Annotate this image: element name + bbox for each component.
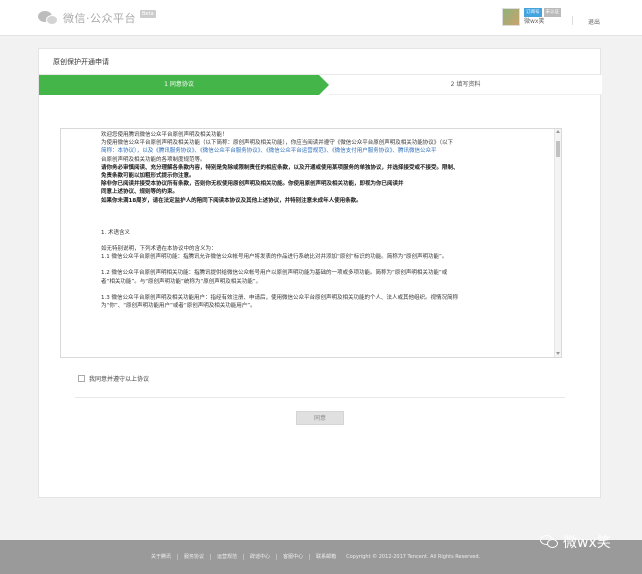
scroll-up-arrow-icon[interactable] xyxy=(556,130,560,133)
footer-link[interactable]: 服务协议 xyxy=(178,554,212,560)
agreement-line: 为使用微信公众平台原创声明及相关功能（以下简称：原创声明及相关功能），你应当阅读… xyxy=(101,140,454,147)
step-indicator: 1 同意协议 2 填写资料 xyxy=(39,75,602,95)
agreement-line: 简称：本协议），以及《腾讯服务协议》、《微信公众平台服务协议》、《微信公众平台运… xyxy=(101,148,437,155)
agreement-line: 1.1 微信公众平台原创声明功能：指腾讯允许微信公众帐号用户将发表的作品进行系统… xyxy=(101,254,448,261)
agreement-line: 欢迎您使用腾讯微信公众平台原创声明及相关功能！ xyxy=(101,132,228,138)
brand-logo[interactable]: 微信·公众平台 Beta xyxy=(38,9,156,27)
watermark: 微wx笑 xyxy=(540,532,611,552)
avatar[interactable] xyxy=(502,8,520,26)
agreement-line: 如无特别说明，下列术语在本协议中的含义为： xyxy=(101,246,217,253)
footer-link[interactable]: 客服中心 xyxy=(277,554,311,560)
top-bar: 微信·公众平台 Beta 订阅号 未认证 微wx笑 退出 xyxy=(0,0,642,36)
scrollbar[interactable] xyxy=(554,129,561,357)
agree-checkbox-label[interactable]: 我同意并遵守以上协议 xyxy=(89,374,149,383)
brand-name: 微信·公众平台 xyxy=(63,12,136,25)
agreement-line: 1.3 微信公众平台原创声明及相关功能用户：指经有效注册、申请后，使用微信公众平… xyxy=(101,294,458,301)
agreement-content: 欢迎您使用腾讯微信公众平台原创声明及相关功能！ 为使用微信公众平台原创声明及相关功… xyxy=(101,131,551,310)
account-type-tag: 订阅号 xyxy=(524,8,542,17)
username[interactable]: 微wx笑 xyxy=(524,17,561,26)
agreement-line: 同意上述协议、规则等的约束。 xyxy=(101,189,179,196)
agreement-line: 请你务必审慎阅读、充分理解各条款内容，特别是免除或限制责任的相应条款，以及开通或… xyxy=(101,164,459,171)
agreement-textbox[interactable]: 欢迎您使用腾讯微信公众平台原创声明及相关功能！ 为使用微信公众平台原创声明及相关功… xyxy=(60,128,562,358)
agreement-line: 如果你未满18周岁，请在法定监护人的陪同下阅读本协议及其他上述协议，并特别注意未… xyxy=(101,197,362,204)
agreement-line: 1. 术语含义 xyxy=(101,229,130,236)
wechat-icon xyxy=(38,9,60,27)
agreement-line: 台原创声明及相关功能的各项制度规范等。 xyxy=(101,156,206,163)
agreement-line: 1.2 微信公众平台原创声明相关功能：指腾讯提供给微信公众帐号用户以原创声明功能… xyxy=(101,270,448,277)
agree-button[interactable]: 同意 xyxy=(296,411,344,425)
footer-link[interactable]: 联系邮箱 xyxy=(310,554,342,560)
user-menu[interactable]: 订阅号 未认证 微wx笑 xyxy=(502,8,561,26)
logout-link[interactable]: 退出 xyxy=(588,17,600,26)
footer-link[interactable]: 运营规范 xyxy=(211,554,245,560)
step-fill-info: 2 填写资料 xyxy=(329,75,602,95)
footer-link[interactable]: 辟谣中心 xyxy=(244,554,278,560)
agreement-line: 者“相关功能”。与“原创声明功能”统称为“原创声明及相关功能”。 xyxy=(101,278,262,285)
agree-checkbox[interactable] xyxy=(78,375,85,382)
step-agree-protocol: 1 同意协议 xyxy=(39,75,329,95)
scroll-thumb[interactable] xyxy=(556,141,560,157)
agreement-line: 除非你已阅读并接受本协议所有条款，否则你无权使用原创声明及相关功能。你使用原创声… xyxy=(101,181,404,188)
scroll-down-arrow-icon[interactable] xyxy=(556,352,560,355)
footer-links: 关于腾讯 服务协议 运营规范 辟谣中心 客服中心 联系邮箱 Copyright … xyxy=(145,554,480,560)
verification-tag: 未认证 xyxy=(543,8,561,17)
footer-link[interactable]: 关于腾讯 xyxy=(145,554,179,560)
agree-checkbox-row[interactable]: 我同意并遵守以上协议 xyxy=(78,374,149,383)
copyright: Copyright © 2012-2017 Tencent. All Right… xyxy=(346,554,481,560)
agreement-line: 为“你”、“原创声明功能用户”或者“原创声明及相关功能用户”。 xyxy=(101,303,256,310)
beta-badge: Beta xyxy=(140,10,156,18)
watermark-text: 微wx笑 xyxy=(563,535,611,551)
agreement-line: 免责条款可能以加粗形式提示你注意。 xyxy=(101,173,195,180)
divider xyxy=(75,397,565,398)
page-title: 原创保护开通申请 xyxy=(39,49,600,75)
divider xyxy=(572,16,573,25)
wechat-icon xyxy=(540,534,560,550)
